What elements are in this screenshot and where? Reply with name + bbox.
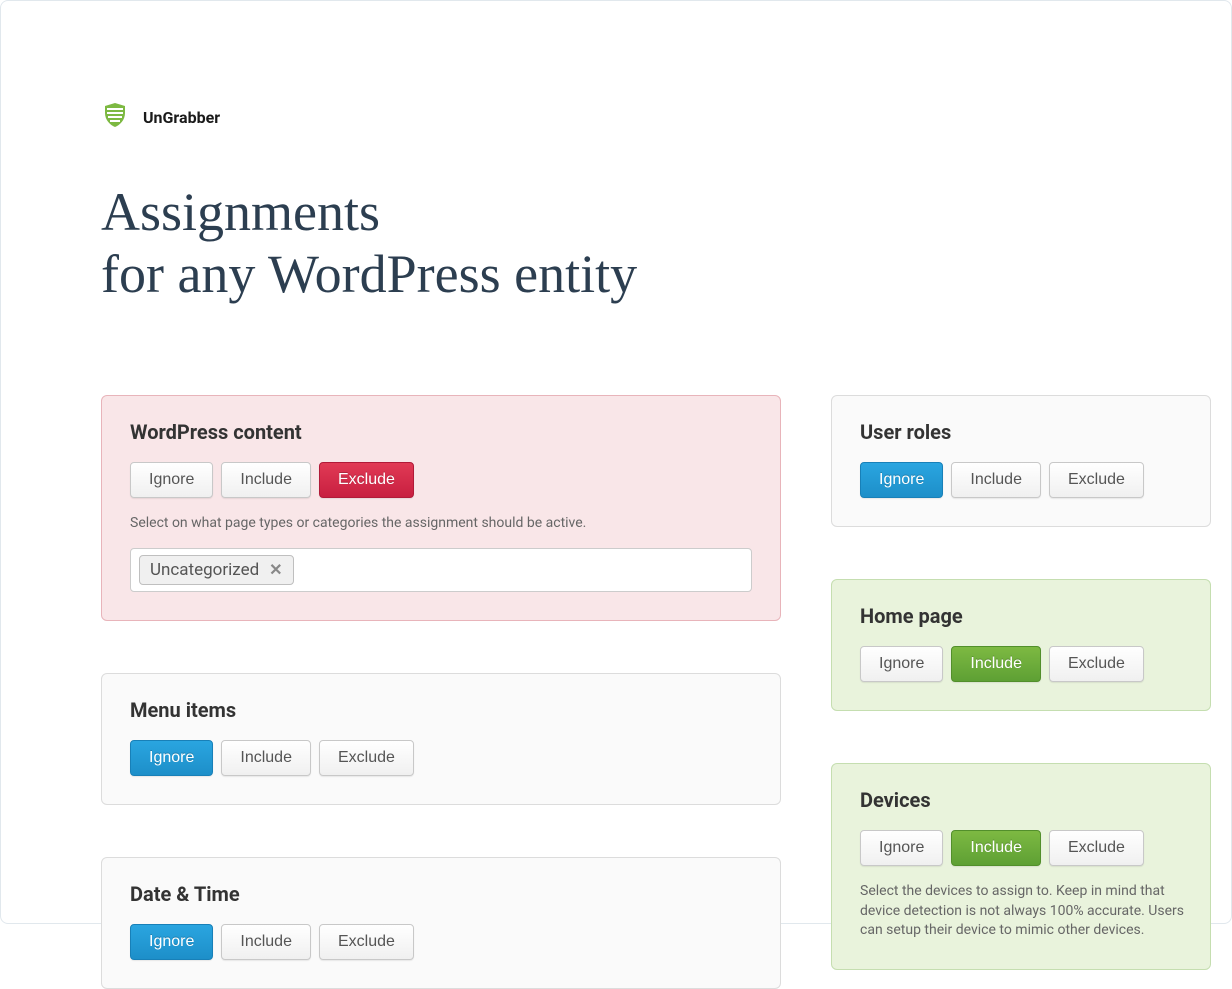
- exclude-button[interactable]: Exclude: [1049, 462, 1144, 498]
- exclude-button[interactable]: Exclude: [319, 462, 414, 498]
- wordpress-content-card: WordPress content Ignore Include Exclude…: [101, 395, 781, 621]
- brand-name: UnGrabber: [143, 108, 220, 127]
- include-button[interactable]: Include: [221, 924, 311, 960]
- card-title: Home page: [860, 604, 1190, 628]
- tag-input[interactable]: Uncategorized ✕: [130, 548, 752, 592]
- brand-header: UnGrabber: [101, 101, 1231, 133]
- user-roles-card: User roles Ignore Include Exclude: [831, 395, 1211, 527]
- ignore-button[interactable]: Ignore: [130, 740, 213, 776]
- card-title: Date & Time: [130, 882, 752, 906]
- include-button[interactable]: Include: [221, 462, 311, 498]
- close-icon[interactable]: ✕: [269, 560, 282, 579]
- page-title: Assignments for any WordPress entity: [101, 181, 1231, 305]
- segmented-control: Ignore Include Exclude: [860, 462, 1144, 498]
- card-title: WordPress content: [130, 420, 752, 444]
- menu-items-card: Menu items Ignore Include Exclude: [101, 673, 781, 805]
- segmented-control: Ignore Include Exclude: [130, 740, 414, 776]
- ignore-button[interactable]: Ignore: [860, 830, 943, 866]
- card-title: Devices: [860, 788, 1190, 812]
- segmented-control: Ignore Include Exclude: [130, 924, 414, 960]
- home-page-card: Home page Ignore Include Exclude: [831, 579, 1211, 711]
- card-title: User roles: [860, 420, 1190, 444]
- include-button[interactable]: Include: [951, 646, 1041, 682]
- tag-label: Uncategorized: [150, 560, 259, 580]
- devices-card: Devices Ignore Include Exclude Select th…: [831, 763, 1211, 970]
- include-button[interactable]: Include: [951, 830, 1041, 866]
- segmented-control: Ignore Include Exclude: [860, 830, 1144, 866]
- shield-logo-icon: [101, 101, 129, 133]
- hint-text: Select on what page types or categories …: [130, 514, 752, 534]
- tag-uncategorized: Uncategorized ✕: [139, 555, 294, 585]
- ignore-button[interactable]: Ignore: [130, 462, 213, 498]
- segmented-control: Ignore Include Exclude: [130, 462, 414, 498]
- hint-text: Select the devices to assign to. Keep in…: [860, 882, 1190, 941]
- exclude-button[interactable]: Exclude: [1049, 830, 1144, 866]
- card-title: Menu items: [130, 698, 752, 722]
- exclude-button[interactable]: Exclude: [319, 924, 414, 960]
- date-time-card: Date & Time Ignore Include Exclude: [101, 857, 781, 989]
- exclude-button[interactable]: Exclude: [1049, 646, 1144, 682]
- include-button[interactable]: Include: [221, 740, 311, 776]
- ignore-button[interactable]: Ignore: [860, 646, 943, 682]
- ignore-button[interactable]: Ignore: [130, 924, 213, 960]
- segmented-control: Ignore Include Exclude: [860, 646, 1144, 682]
- ignore-button[interactable]: Ignore: [860, 462, 943, 498]
- include-button[interactable]: Include: [951, 462, 1041, 498]
- exclude-button[interactable]: Exclude: [319, 740, 414, 776]
